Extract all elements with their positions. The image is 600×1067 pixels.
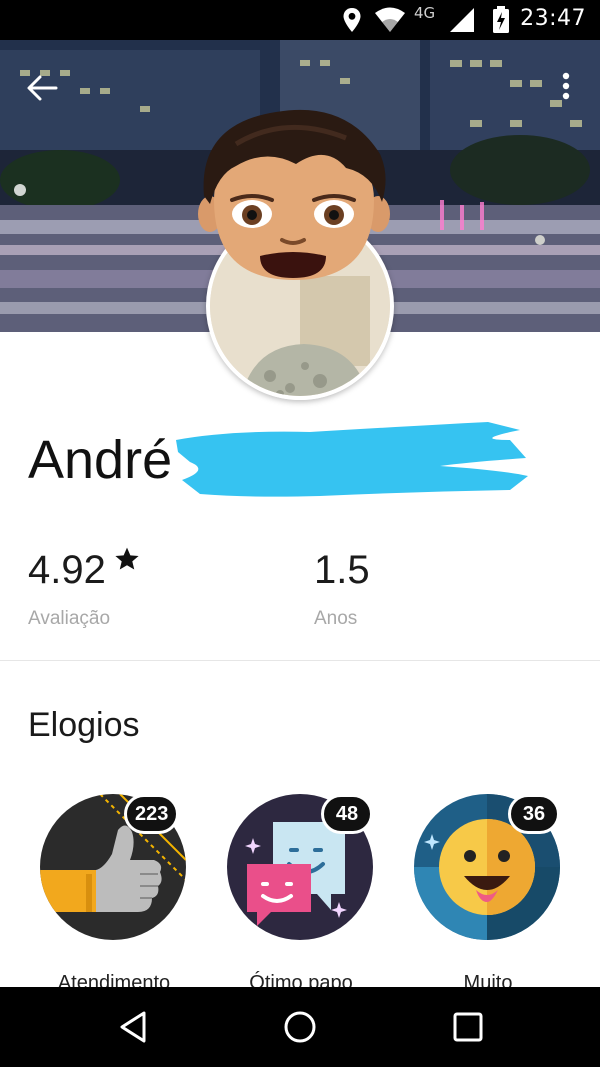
driver-name: André: [28, 430, 173, 490]
system-nav-bar: [0, 987, 600, 1067]
compliment-badge-atendimento[interactable]: 223 Atendimento: [40, 794, 190, 994]
compliment-count: 36: [508, 794, 560, 834]
rating-stat: 4.92 Avaliação: [28, 544, 139, 630]
nav-home-icon[interactable]: [282, 1009, 318, 1045]
compliments-title: Elogios: [28, 706, 140, 744]
nav-back-icon[interactable]: [116, 1009, 152, 1045]
clock: 23:47: [520, 6, 586, 31]
wifi-icon: [375, 7, 405, 32]
rating-label: Avaliação: [28, 608, 111, 629]
redaction-mark: [176, 422, 528, 497]
back-button[interactable]: [22, 68, 62, 108]
compliment-badge-otimo-papo[interactable]: 48 Ótimo papo: [227, 794, 377, 994]
emoji-sticker: [198, 109, 390, 280]
location-icon: [343, 8, 361, 32]
section-divider: [0, 660, 600, 661]
signal-icon: [450, 8, 474, 32]
years-label: Anos: [314, 608, 358, 629]
years-stat: 1.5 Anos: [314, 544, 370, 630]
star-icon: [115, 547, 139, 570]
battery-charging-icon: [493, 6, 509, 33]
nav-recents-icon[interactable]: [450, 1009, 486, 1045]
rating-value: 4.92: [28, 548, 106, 592]
driver-name-row: André: [28, 430, 172, 500]
network-type: 4G: [414, 4, 436, 22]
status-bar: 4G 23:47: [0, 0, 600, 40]
compliment-count: 223: [124, 794, 180, 834]
more-options-button[interactable]: [554, 68, 578, 108]
years-value: 1.5: [314, 548, 370, 592]
compliment-badge-muito[interactable]: 36 Muito: [414, 794, 564, 994]
compliment-count: 48: [321, 794, 373, 834]
